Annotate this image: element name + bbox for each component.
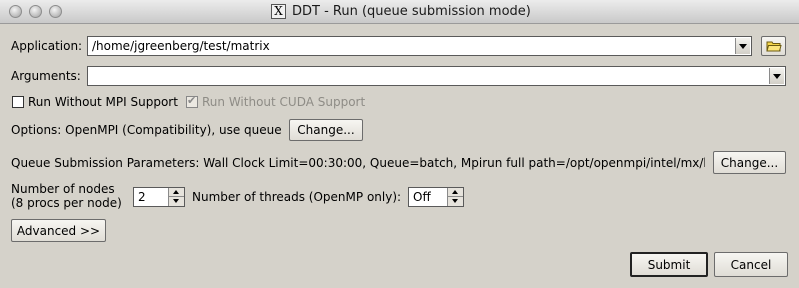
arguments-combobox[interactable]: [87, 66, 786, 86]
threads-value: Off: [413, 190, 431, 204]
nodes-label-line2: (8 procs per node): [11, 196, 122, 210]
increment-arrow-icon[interactable]: [448, 188, 463, 197]
application-value: /home/jgreenberg/test/matrix: [92, 39, 270, 53]
increment-arrow-icon[interactable]: [169, 188, 184, 197]
nodes-value: 2: [138, 190, 146, 204]
run-without-mpi-label[interactable]: Run Without MPI Support: [28, 94, 178, 110]
window-title: DDT - Run (queue submission mode): [292, 4, 531, 19]
submit-button[interactable]: Submit: [630, 252, 708, 277]
queue-change-button[interactable]: Change...: [713, 151, 786, 174]
options-text: Options: OpenMPI (Compatibility), use qu…: [11, 123, 282, 137]
browse-folder-button[interactable]: [761, 36, 786, 56]
run-without-cuda-checkbox[interactable]: ✔: [186, 94, 198, 108]
nodes-label: Number of nodes (8 procs per node): [11, 182, 122, 210]
run-without-cuda-label: Run Without CUDA Support: [202, 95, 366, 109]
decrement-arrow-icon[interactable]: [448, 197, 463, 206]
options-change-button[interactable]: Change...: [289, 119, 363, 141]
run-without-mpi-checkbox[interactable]: [12, 96, 24, 108]
chevron-down-icon[interactable]: [769, 68, 784, 84]
nodes-spinbox[interactable]: 2: [133, 187, 185, 207]
x11-icon: X: [271, 4, 286, 19]
close-window-icon[interactable]: [9, 5, 22, 18]
application-label: Application:: [11, 39, 83, 53]
queue-parameters-text: Queue Submission Parameters: Wall Clock …: [11, 156, 705, 170]
spin-arrows: [447, 188, 463, 206]
folder-open-icon: [766, 41, 782, 52]
checkmark-icon: ✔: [187, 94, 197, 107]
nodes-label-line1: Number of nodes: [11, 182, 115, 196]
chevron-down-icon[interactable]: [735, 38, 750, 54]
application-combobox[interactable]: /home/jgreenberg/test/matrix: [87, 36, 752, 56]
title-bar: X DDT - Run (queue submission mode): [0, 0, 799, 24]
advanced-button[interactable]: Advanced >>: [11, 219, 106, 242]
threads-label: Number of threads (OpenMP only):: [192, 190, 402, 204]
zoom-window-icon[interactable]: [49, 5, 62, 18]
decrement-arrow-icon[interactable]: [169, 197, 184, 206]
spin-arrows: [168, 188, 184, 206]
arguments-label: Arguments:: [11, 69, 81, 83]
minimize-window-icon[interactable]: [29, 5, 42, 18]
cancel-button[interactable]: Cancel: [714, 252, 788, 277]
threads-spinbox[interactable]: Off: [408, 187, 464, 207]
